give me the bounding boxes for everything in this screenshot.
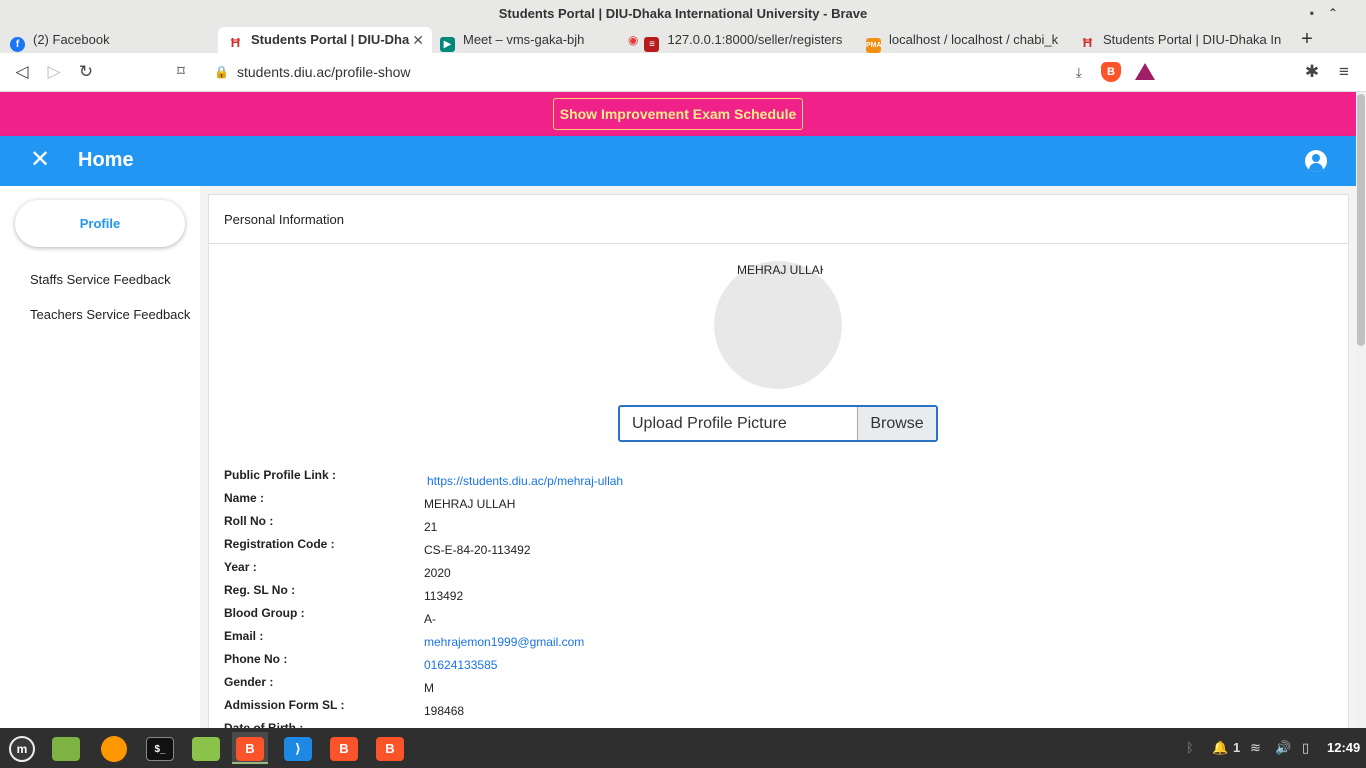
- tab-students-portal[interactable]: Ħ Students Portal | DIU-Dha ✕: [218, 27, 432, 53]
- brave-window-icon[interactable]: B: [372, 732, 408, 764]
- info-label: Phone No :: [224, 652, 288, 666]
- year-value: 2020: [424, 566, 451, 580]
- tab-label: (2) Facebook: [33, 32, 110, 47]
- blood-group-value: A-: [424, 612, 436, 626]
- sidebar-item-staffs-feedback[interactable]: Staffs Service Feedback: [30, 272, 171, 287]
- name-value: MEHRAJ ULLAH: [424, 497, 516, 511]
- improvement-exam-schedule-button[interactable]: Show Improvement Exam Schedule: [553, 98, 803, 130]
- close-tab-icon[interactable]: ✕: [412, 27, 424, 53]
- brave-shields-icon[interactable]: B: [1101, 62, 1121, 82]
- bluetooth-icon[interactable]: ᛒ: [1186, 728, 1194, 768]
- tab-strip: f (2) Facebook Ħ Students Portal | DIU-Dha…: [0, 27, 1366, 53]
- sidebar-item-profile[interactable]: Profile: [15, 200, 185, 247]
- scrollbar-thumb[interactable]: [1357, 94, 1365, 346]
- reg-sl-value: 113492: [424, 589, 464, 603]
- os-taskbar: m $_ B ⟩ B B ᛒ 🔔 1 ≋ 🔊 ▯ 12:49: [0, 728, 1366, 768]
- registration-code-value: CS-E-84-20-113492: [424, 543, 531, 557]
- browse-button[interactable]: Browse: [857, 407, 936, 440]
- upload-profile-picture[interactable]: Upload Profile Picture Browse: [618, 405, 938, 442]
- battery-icon[interactable]: ▯: [1302, 728, 1309, 768]
- vscode-icon[interactable]: ⟩: [280, 732, 316, 764]
- terminal-icon[interactable]: $_: [142, 732, 178, 764]
- tab-label: 127.0.0.1:8000/seller/registers: [667, 32, 843, 47]
- email-link[interactable]: mehrajemon1999@gmail.com: [424, 635, 584, 649]
- page-title: Home: [78, 149, 134, 171]
- tab-label: Students Portal | DIU-Dha: [251, 32, 410, 47]
- tab-label: Meet – vms-gaka-bjh: [463, 32, 585, 47]
- brave-rewards-icon[interactable]: [1135, 63, 1155, 80]
- phpmyadmin-icon: PMA: [866, 38, 882, 53]
- mint-menu-icon[interactable]: m: [4, 732, 40, 764]
- main-content: Profile Staffs Service Feedback Teachers…: [0, 186, 1356, 735]
- close-drawer-icon[interactable]: ✕: [30, 145, 50, 174]
- browser-toolbar: ◁ ▷ ↻ ⌑ 🔒 students.diu.ac/profile-show ⤓…: [0, 53, 1366, 92]
- notifications-count: 1: [1233, 740, 1241, 755]
- info-label: Blood Group :: [224, 606, 305, 620]
- tab-label: Students Portal | DIU-Dhaka In: [1103, 32, 1282, 47]
- meet-icon: ▶: [440, 37, 455, 52]
- upload-placeholder: Upload Profile Picture: [632, 415, 787, 432]
- diu-icon: Ħ: [1080, 35, 1095, 50]
- menu-icon[interactable]: ≡: [1334, 62, 1354, 82]
- window-controls[interactable]: •⌃: [1310, 0, 1352, 27]
- page-icon: ≡: [644, 37, 660, 52]
- lock-icon: 🔒: [214, 65, 229, 79]
- card-title: Personal Information: [209, 195, 1348, 244]
- info-label: Roll No :: [224, 514, 274, 528]
- forward-button[interactable]: ▷: [44, 62, 64, 82]
- app-bar: ✕ Home: [0, 136, 1356, 186]
- volume-icon[interactable]: 🔊: [1275, 728, 1291, 768]
- roll-no-value: 21: [424, 520, 438, 534]
- tab-meet[interactable]: ▶ Meet – vms-gaka-bjh: [440, 27, 620, 53]
- back-button[interactable]: ◁: [12, 62, 32, 82]
- tab-facebook[interactable]: f (2) Facebook: [10, 27, 215, 53]
- brave-window-icon[interactable]: B: [326, 732, 362, 764]
- avatar-alt-text: MEHRAJ ULLAH: [737, 263, 823, 277]
- bookmark-icon[interactable]: ⌑: [171, 62, 191, 82]
- tab-students-portal-2[interactable]: Ħ Students Portal | DIU-Dhaka In: [1080, 27, 1285, 53]
- info-label: Gender :: [224, 675, 274, 689]
- window-title: Students Portal | DIU-Dhaka Internationa…: [498, 6, 868, 21]
- info-label: Reg. SL No :: [224, 583, 296, 597]
- info-label: Registration Code :: [224, 537, 335, 551]
- profile-avatar: [714, 261, 842, 389]
- brave-window-active-icon[interactable]: B: [232, 732, 268, 764]
- wifi-icon[interactable]: ≋: [1250, 728, 1261, 768]
- extensions-icon[interactable]: ✱: [1302, 62, 1322, 82]
- info-label: Public Profile Link :: [224, 468, 337, 482]
- notifications-icon[interactable]: 🔔: [1212, 728, 1228, 768]
- info-label: Email :: [224, 629, 264, 643]
- info-label: Admission Form SL :: [224, 698, 345, 712]
- announcement-banner: Show Improvement Exam Schedule: [0, 92, 1356, 136]
- sidebar: Profile Staffs Service Feedback Teachers…: [0, 186, 200, 728]
- reload-button[interactable]: ↻: [76, 62, 96, 82]
- page-scrollbar[interactable]: [1356, 92, 1366, 728]
- folder-icon[interactable]: [188, 732, 224, 764]
- phone-link[interactable]: 01624133585: [424, 658, 497, 672]
- tab-label: localhost / localhost / chabi_k: [889, 32, 1059, 47]
- personal-info-card: Personal Information MEHRAJ ULLAH Upload…: [208, 194, 1349, 735]
- tab-phpmyadmin[interactable]: PMA localhost / localhost / chabi_k: [866, 27, 1072, 53]
- address-bar[interactable]: 🔒 students.diu.ac/profile-show ⤓: [204, 59, 1162, 87]
- url-text: students.diu.ac/profile-show: [237, 64, 411, 80]
- window-titlebar: Students Portal | DIU-Dhaka Internationa…: [0, 0, 1366, 27]
- info-label: Year :: [224, 560, 257, 574]
- recording-icon: ◉: [628, 33, 639, 47]
- tab-seller-registers[interactable]: ◉ ≡ 127.0.0.1:8000/seller/registers: [628, 27, 860, 53]
- download-icon[interactable]: ⤓: [1076, 64, 1082, 81]
- clock[interactable]: 12:49: [1327, 728, 1360, 768]
- gender-value: M: [424, 681, 434, 695]
- info-label: Name :: [224, 491, 265, 505]
- sidebar-item-teachers-feedback[interactable]: Teachers Service Feedback: [30, 307, 190, 322]
- facebook-icon: f: [10, 37, 25, 52]
- new-tab-button[interactable]: +: [1297, 27, 1317, 53]
- admission-form-sl-value: 198468: [424, 704, 465, 718]
- firefox-icon[interactable]: [96, 732, 132, 764]
- files-icon[interactable]: [48, 732, 84, 764]
- user-account-icon[interactable]: [1305, 150, 1327, 172]
- public-profile-link[interactable]: https://students.diu.ac/p/mehraj-ullah: [427, 474, 623, 488]
- diu-icon: Ħ: [228, 35, 243, 50]
